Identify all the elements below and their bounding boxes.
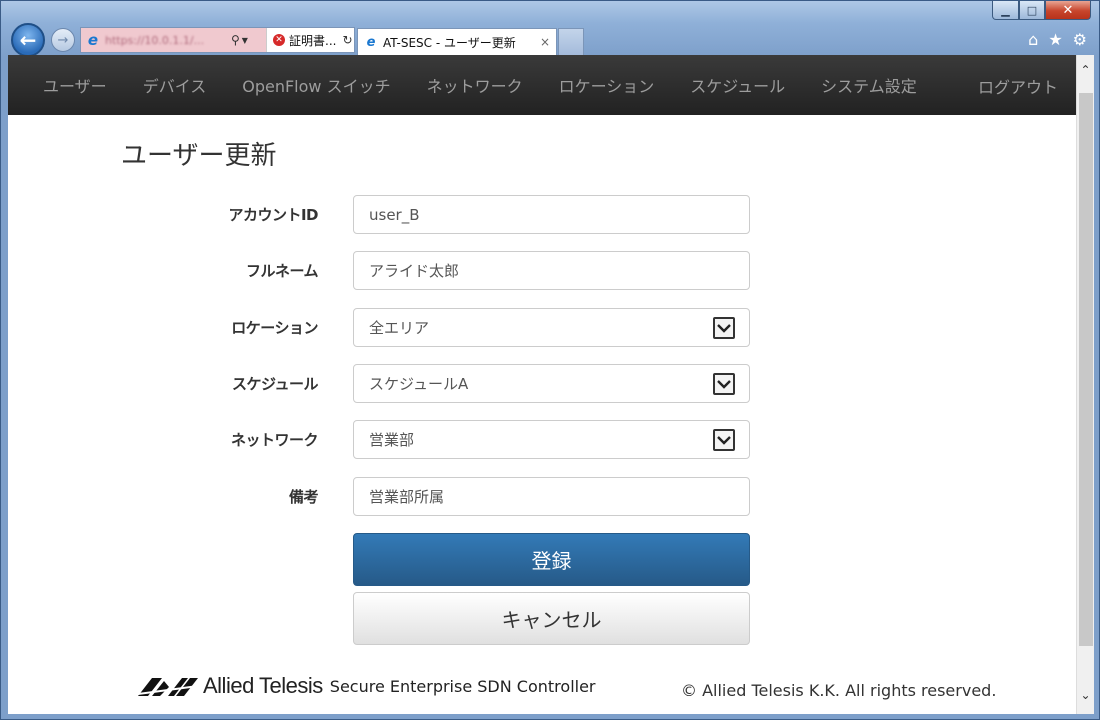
notes-input[interactable]: 営業部所属 [353,477,750,516]
page-viewport: ユーザー デバイス OpenFlow スイッチ ネットワーク ロケーション スケ… [8,55,1094,714]
form-row-location: ロケーション 全エリア [8,308,768,348]
brand-name: Allied Telesis [203,673,323,698]
submit-button[interactable]: 登録 [353,533,750,586]
location-select-value: 全エリア [369,319,430,337]
minimize-icon: ▁ [1001,3,1010,17]
address-bar[interactable]: e https://10.0.1.1/... ⚲ ▼ ✕ 証明書... ↻ [80,27,355,53]
dropdown-arrow-icon[interactable]: ▼ [242,36,248,45]
copyright-text: © Allied Telesis K.K. All rights reserve… [681,681,997,700]
tab-ie-icon: e [366,34,376,50]
tab-active[interactable]: e AT-SESC - ユーザー更新 × [357,28,557,55]
form-row-account-id: アカウントID user_B [8,195,768,235]
url-field[interactable]: e https://10.0.1.1/... ⚲ ▼ [81,28,267,52]
arrow-left-icon: ← [19,28,37,52]
favorites-icon[interactable]: ★ [1048,30,1062,49]
chevron-down-icon[interactable] [713,429,735,451]
scroll-thumb[interactable] [1079,93,1093,646]
refresh-icon[interactable]: ↻ [342,33,352,47]
vertical-scrollbar[interactable]: ⌃ ⌄ [1076,55,1094,714]
logout-link[interactable]: ログアウト [978,74,1058,98]
location-select[interactable]: 全エリア [353,308,750,347]
tab-title: AT-SESC - ユーザー更新 [383,35,516,50]
certificate-error-icon[interactable]: ✕ [273,34,285,46]
settings-icon[interactable]: ⚙ [1073,30,1087,49]
arrow-right-icon: → [57,32,69,48]
full-name-input[interactable]: アライド太郎 [353,251,750,290]
top-navbar: ユーザー デバイス OpenFlow スイッチ ネットワーク ロケーション スケ… [8,55,1076,115]
network-label: ネットワーク [230,431,319,449]
maximize-button[interactable]: □ [1019,1,1045,20]
minimize-button[interactable]: ▁ [992,1,1019,20]
browser-toolbar: ⌂ ★ ⚙ [1028,30,1087,49]
url-text: https://10.0.1.1/... [105,33,205,47]
forward-button[interactable]: → [51,28,75,52]
nav-item-users[interactable]: ユーザー [43,73,107,97]
schedule-label: スケジュール [232,375,318,393]
form-row-network: ネットワーク 営業部 [8,420,768,460]
account-id-label: アカウントID [228,206,318,224]
close-icon: ✕ [1062,2,1074,18]
cancel-button[interactable]: キャンセル [353,592,750,645]
maximize-icon: □ [1026,3,1038,17]
nav-item-network[interactable]: ネットワーク [427,73,523,97]
product-name: Secure Enterprise SDN Controller [329,676,596,696]
notes-label: 備考 [288,488,319,506]
browser-window: ▁ □ ✕ ← → e https://10.0.1.1/... ⚲ ▼ ✕ 証… [0,0,1100,720]
chevron-down-icon[interactable] [713,317,735,339]
nav-item-schedule[interactable]: スケジュール [690,73,785,97]
network-select-value: 営業部 [369,431,415,449]
scroll-down-icon[interactable]: ⌄ [1077,686,1094,704]
ie-page-icon: e [87,31,99,49]
form-row-full-name: フルネーム アライド太郎 [8,251,768,291]
home-icon[interactable]: ⌂ [1028,30,1038,49]
account-id-input[interactable]: user_B [353,195,750,234]
form-row-schedule: スケジュール スケジュールA [8,364,768,404]
scroll-up-icon[interactable]: ⌃ [1077,61,1094,79]
tab-close-icon[interactable]: × [540,35,550,49]
full-name-label: フルネーム [245,262,319,280]
back-button[interactable]: ← [11,23,45,57]
schedule-select-value: スケジュールA [369,375,469,393]
search-icon[interactable]: ⚲ [231,33,240,47]
form-row-notes: 備考 営業部所属 [8,477,768,517]
window-controls: ▁ □ ✕ [992,1,1091,21]
allied-telesis-logo-icon [138,678,198,696]
nav-item-location[interactable]: ロケーション [559,73,655,97]
certificate-error-label[interactable]: 証明書... [289,32,336,49]
page-title: ユーザー更新 [121,141,277,171]
chevron-down-icon[interactable] [713,373,735,395]
schedule-select[interactable]: スケジュールA [353,364,750,403]
nav-item-devices[interactable]: デバイス [143,73,207,97]
close-window-button[interactable]: ✕ [1045,1,1091,20]
nav-item-openflow-switch[interactable]: OpenFlow スイッチ [242,73,390,97]
location-label: ロケーション [231,319,318,337]
network-select[interactable]: 営業部 [353,420,750,459]
new-tab-button[interactable] [558,28,584,55]
nav-item-system-settings[interactable]: システム設定 [821,73,917,97]
footer-brand: Allied Telesis Secure Enterprise SDN Con… [138,673,596,699]
